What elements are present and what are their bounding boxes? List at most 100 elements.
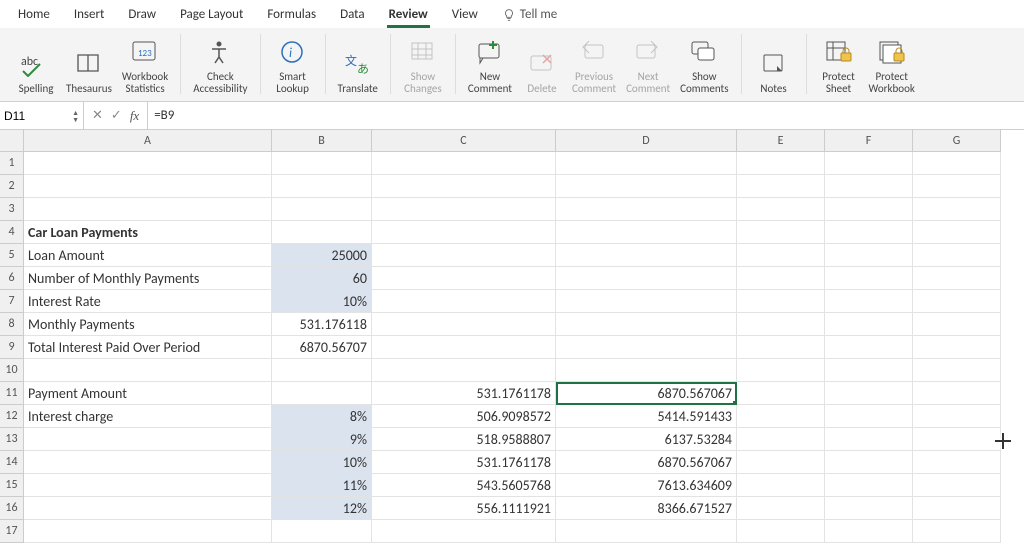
tab-draw[interactable]: Draw — [116, 1, 168, 26]
column-header[interactable]: A — [24, 130, 272, 152]
protect-sheet-button[interactable]: Protect Sheet — [819, 37, 859, 95]
cell-E12[interactable] — [737, 405, 825, 428]
column-header[interactable]: C — [372, 130, 556, 152]
column-header[interactable]: E — [737, 130, 825, 152]
new-comment-button[interactable]: New Comment — [468, 37, 512, 95]
name-box-stepper[interactable]: ▲▼ — [72, 109, 79, 123]
cell-F16[interactable] — [825, 497, 913, 520]
cell-E11[interactable] — [737, 382, 825, 405]
row-header[interactable]: 15 — [0, 474, 24, 497]
tab-formulas[interactable]: Formulas — [255, 1, 328, 26]
cell-D2[interactable] — [556, 175, 737, 198]
cell-C3[interactable] — [372, 198, 556, 221]
cell-B3[interactable] — [272, 198, 372, 221]
cell-E16[interactable] — [737, 497, 825, 520]
cell-G4[interactable] — [913, 221, 1001, 244]
cell-D12[interactable]: 5414.591433 — [556, 405, 737, 428]
cell-G3[interactable] — [913, 198, 1001, 221]
show-comments-button[interactable]: Show Comments — [680, 37, 728, 95]
cell-A3[interactable] — [24, 198, 272, 221]
cell-B16[interactable]: 12% — [272, 497, 372, 520]
cell-C13[interactable]: 518.9588807 — [372, 428, 556, 451]
cell-F2[interactable] — [825, 175, 913, 198]
cell-B17[interactable] — [272, 520, 372, 543]
cell-F4[interactable] — [825, 221, 913, 244]
cell-A9[interactable]: Total Interest Paid Over Period — [24, 336, 272, 359]
cell-B6[interactable]: 60 — [272, 267, 372, 290]
cell-G6[interactable] — [913, 267, 1001, 290]
cell-C15[interactable]: 543.5605768 — [372, 474, 556, 497]
row-header[interactable]: 7 — [0, 290, 24, 313]
cell-C11[interactable]: 531.1761178 — [372, 382, 556, 405]
cell-D17[interactable] — [556, 520, 737, 543]
cell-F8[interactable] — [825, 313, 913, 336]
cell-C16[interactable]: 556.1111921 — [372, 497, 556, 520]
cell-C7[interactable] — [372, 290, 556, 313]
cell-B9[interactable]: 6870.56707 — [272, 336, 372, 359]
cell-F10[interactable] — [825, 359, 913, 382]
cell-E14[interactable] — [737, 451, 825, 474]
cell-A11[interactable]: Payment Amount — [24, 382, 272, 405]
cell-B15[interactable]: 11% — [272, 474, 372, 497]
cell-G14[interactable] — [913, 451, 1001, 474]
cell-A13[interactable] — [24, 428, 272, 451]
cell-D13[interactable]: 6137.53284 — [556, 428, 737, 451]
row-header[interactable]: 9 — [0, 336, 24, 359]
cell-D4[interactable] — [556, 221, 737, 244]
cell-A5[interactable]: Loan Amount — [24, 244, 272, 267]
cell-D3[interactable] — [556, 198, 737, 221]
cell-B5[interactable]: 25000 — [272, 244, 372, 267]
cell-B12[interactable]: 8% — [272, 405, 372, 428]
check-accessibility-button[interactable]: Check Accessibility — [193, 37, 247, 95]
cell-F6[interactable] — [825, 267, 913, 290]
cell-E6[interactable] — [737, 267, 825, 290]
row-header[interactable]: 8 — [0, 313, 24, 336]
cell-A12[interactable]: Interest charge — [24, 405, 272, 428]
cell-E17[interactable] — [737, 520, 825, 543]
cell-G9[interactable] — [913, 336, 1001, 359]
cell-G15[interactable] — [913, 474, 1001, 497]
tab-review[interactable]: Review — [377, 1, 440, 26]
cell-C17[interactable] — [372, 520, 556, 543]
tab-data[interactable]: Data — [328, 1, 377, 26]
cell-G2[interactable] — [913, 175, 1001, 198]
cell-A8[interactable]: Monthly Payments — [24, 313, 272, 336]
cell-E1[interactable] — [737, 152, 825, 175]
tab-view[interactable]: View — [440, 1, 490, 26]
cell-F14[interactable] — [825, 451, 913, 474]
cell-F12[interactable] — [825, 405, 913, 428]
cell-D10[interactable] — [556, 359, 737, 382]
cell-E8[interactable] — [737, 313, 825, 336]
row-header[interactable]: 6 — [0, 267, 24, 290]
protect-workbook-button[interactable]: Protect Workbook — [869, 37, 915, 95]
cell-E2[interactable] — [737, 175, 825, 198]
cell-D11[interactable]: 6870.567067 — [556, 382, 737, 405]
cell-C14[interactable]: 531.1761178 — [372, 451, 556, 474]
cell-B14[interactable]: 10% — [272, 451, 372, 474]
cell-F11[interactable] — [825, 382, 913, 405]
row-header[interactable]: 3 — [0, 198, 24, 221]
cell-A15[interactable] — [24, 474, 272, 497]
cell-F13[interactable] — [825, 428, 913, 451]
cell-B8[interactable]: 531.176118 — [272, 313, 372, 336]
cell-D6[interactable] — [556, 267, 737, 290]
cell-C6[interactable] — [372, 267, 556, 290]
cell-F3[interactable] — [825, 198, 913, 221]
cell-F5[interactable] — [825, 244, 913, 267]
cell-C5[interactable] — [372, 244, 556, 267]
cell-E13[interactable] — [737, 428, 825, 451]
cell-A1[interactable] — [24, 152, 272, 175]
row-header[interactable]: 4 — [0, 221, 24, 244]
cell-C12[interactable]: 506.9098572 — [372, 405, 556, 428]
column-header[interactable]: D — [556, 130, 737, 152]
cell-G11[interactable] — [913, 382, 1001, 405]
cell-G12[interactable] — [913, 405, 1001, 428]
cell-A6[interactable]: Number of Monthly Payments — [24, 267, 272, 290]
cell-D7[interactable] — [556, 290, 737, 313]
cell-E10[interactable] — [737, 359, 825, 382]
cell-F15[interactable] — [825, 474, 913, 497]
cell-D9[interactable] — [556, 336, 737, 359]
cell-A17[interactable] — [24, 520, 272, 543]
cell-D1[interactable] — [556, 152, 737, 175]
name-box[interactable]: ▲▼ — [0, 102, 84, 129]
